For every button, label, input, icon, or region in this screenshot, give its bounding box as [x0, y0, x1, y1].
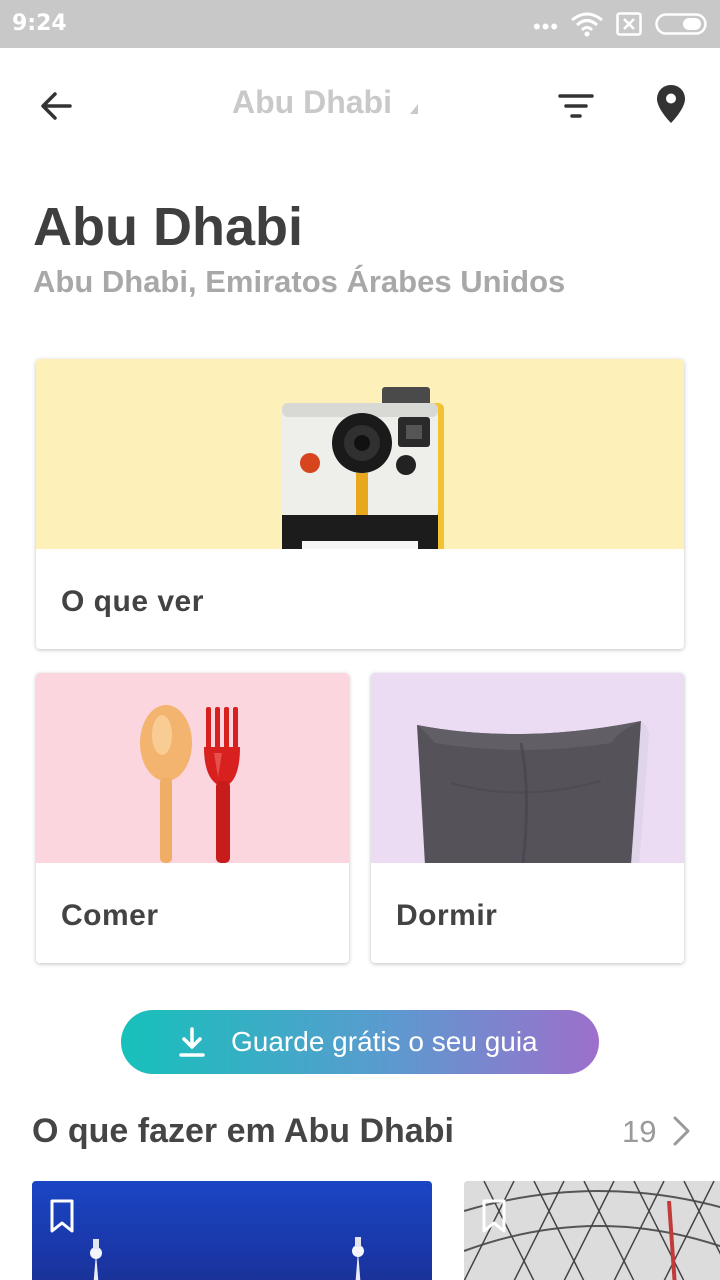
map-pin-icon	[657, 85, 685, 123]
card-label-sleep: Dormir	[396, 899, 498, 932]
back-button[interactable]	[32, 82, 80, 130]
camera-illustration	[282, 387, 444, 553]
map-button[interactable]	[647, 80, 695, 128]
card-label-see: O que ver	[61, 585, 204, 618]
filter-icon	[558, 94, 594, 118]
status-bar: 9:24 •••	[0, 0, 720, 48]
download-icon	[179, 1027, 205, 1057]
app-bar-title: Abu Dhabi	[232, 84, 392, 120]
spoon-fork-illustration	[140, 705, 240, 863]
back-arrow-icon	[41, 92, 72, 120]
category-card-see[interactable]: O que ver	[36, 359, 684, 649]
page-title: Abu Dhabi	[33, 197, 303, 257]
signal-dots: •••	[533, 14, 560, 39]
section-title: O que fazer em Abu Dhabi	[32, 1112, 454, 1150]
activity-card[interactable]	[464, 1181, 720, 1280]
sim-error-icon	[616, 12, 642, 36]
card-image-see	[36, 359, 684, 553]
title-fade-mark	[410, 104, 418, 114]
card-image-eat	[36, 673, 349, 863]
save-guide-label: Guarde grátis o seu guia	[231, 1026, 538, 1057]
activity-card[interactable]	[32, 1181, 432, 1280]
card-image-sleep	[371, 673, 684, 865]
app-bar: Abu Dhabi	[0, 48, 720, 160]
status-time: 9:24	[12, 11, 67, 36]
mosque-minarets-image	[90, 1237, 364, 1280]
bookmark-icon[interactable]	[482, 1199, 506, 1233]
page-subtitle: Abu Dhabi, Emiratos Árabes Unidos	[33, 264, 566, 299]
card-label-eat: Comer	[61, 899, 159, 932]
category-card-eat[interactable]: Comer	[36, 673, 349, 963]
category-card-sleep[interactable]: Dormir	[371, 673, 684, 963]
battery-icon	[655, 13, 707, 35]
section-count[interactable]: 19	[622, 1114, 656, 1150]
chevron-right-icon[interactable]	[668, 1114, 696, 1148]
save-guide-button[interactable]: Guarde grátis o seu guia	[121, 1010, 599, 1074]
filter-button[interactable]	[552, 82, 600, 130]
pillow-illustration	[417, 721, 649, 865]
wifi-icon	[571, 12, 603, 37]
